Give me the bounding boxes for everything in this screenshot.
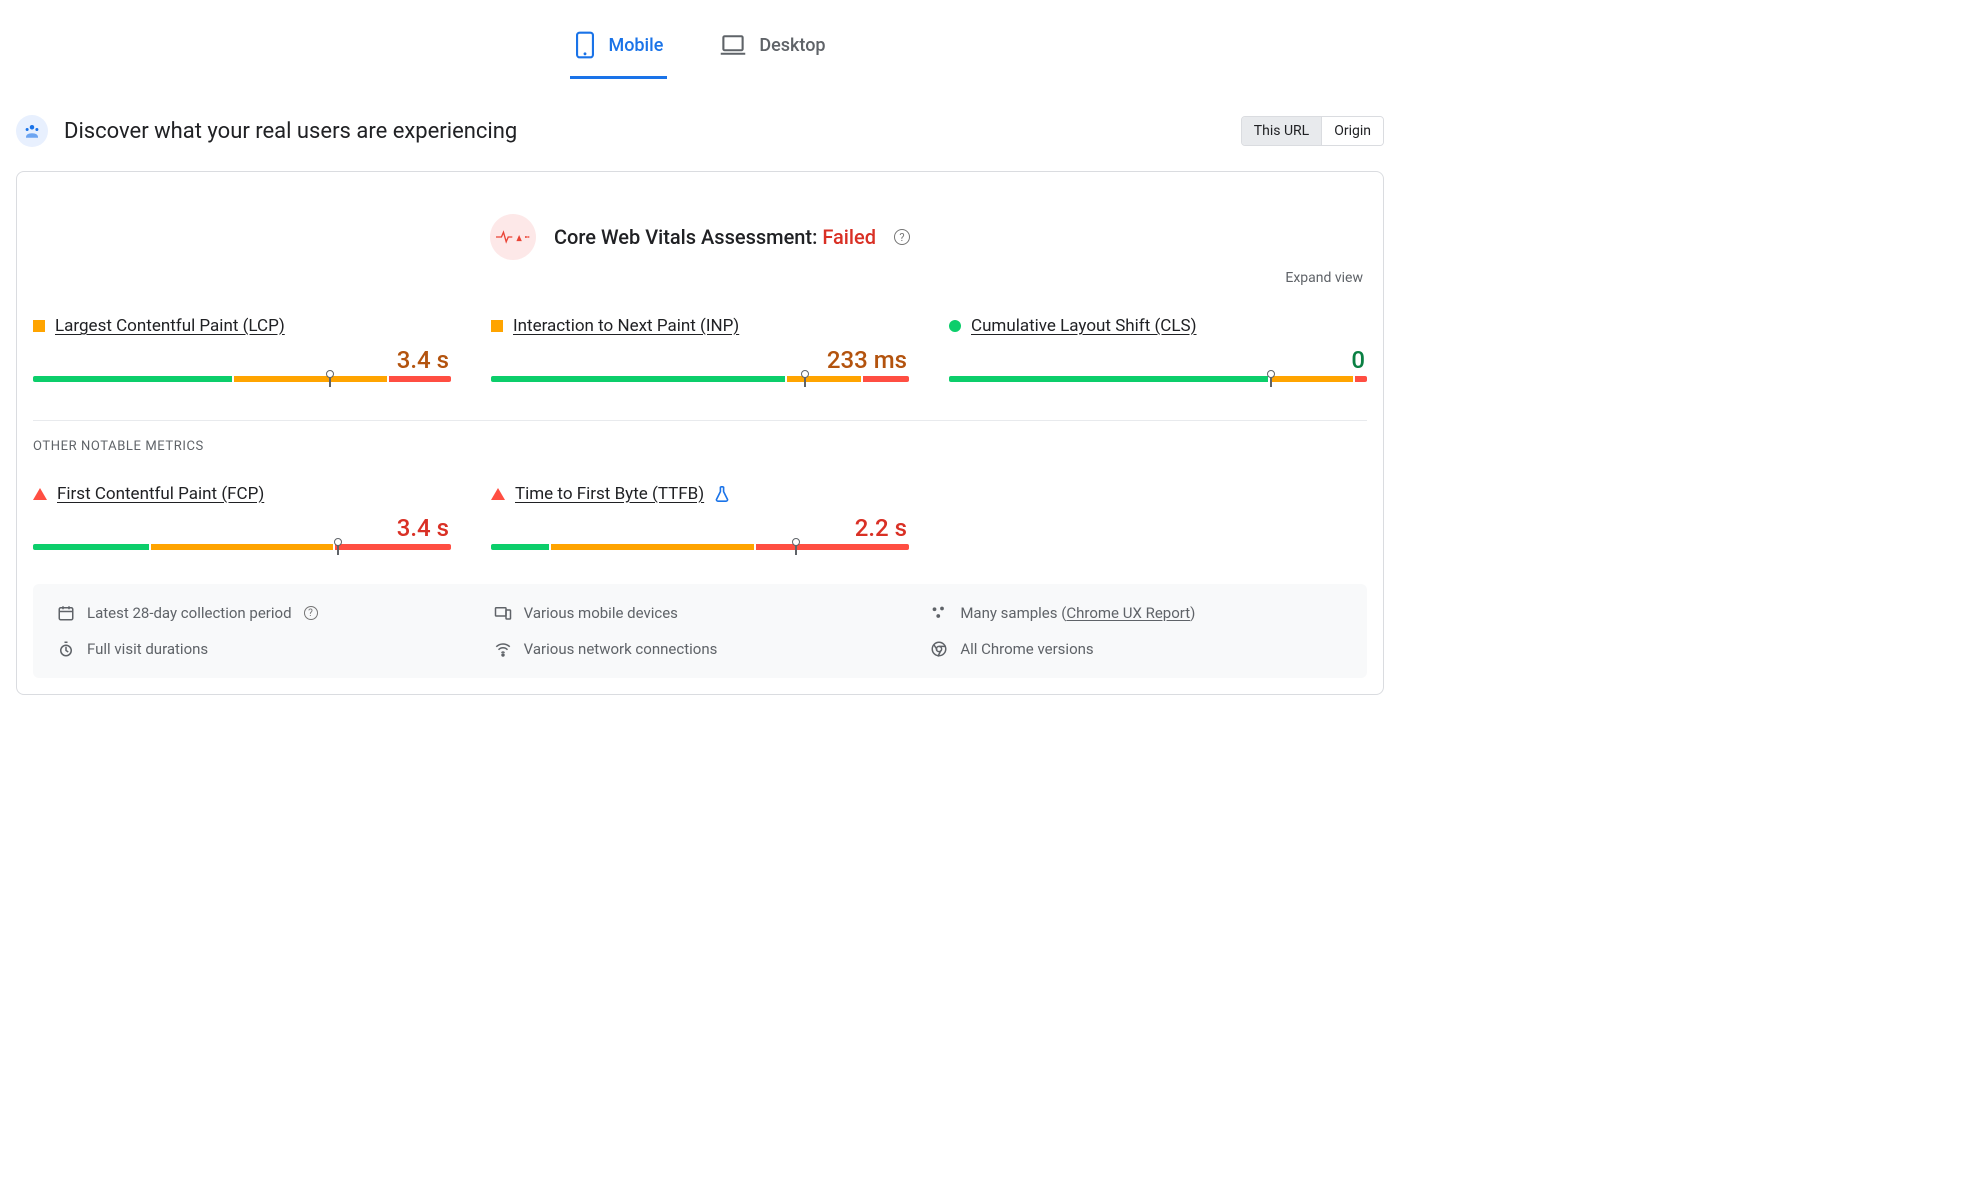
divider [33, 420, 1367, 421]
info-devices: Various mobile devices [494, 604, 907, 622]
metric-ttfb-name[interactable]: Time to First Byte (TTFB) [515, 484, 704, 504]
metric-lcp: Largest Contentful Paint (LCP) 3.4 s [33, 316, 451, 388]
info-durations: Full visit durations [57, 640, 470, 658]
metric-ttfb-value: 2.2 s [491, 504, 909, 544]
pulse-icon [490, 214, 536, 260]
info-durations-text: Full visit durations [87, 640, 208, 658]
metric-ttfb: Time to First Byte (TTFB) 2.2 s [491, 484, 909, 556]
devices-icon [494, 604, 512, 622]
seg-this-url[interactable]: This URL [1242, 117, 1321, 145]
metric-fcp: First Contentful Paint (FCP) 3.4 s [33, 484, 451, 556]
dataset-info: Latest 28-day collection period ? Variou… [33, 584, 1367, 678]
cwv-assessment: Core Web Vitals Assessment: Failed ? [33, 196, 1367, 270]
assessment-text: Core Web Vitals Assessment: Failed [554, 225, 876, 249]
metric-fcp-name[interactable]: First Contentful Paint (FCP) [57, 484, 264, 504]
triangle-icon [33, 488, 47, 500]
square-icon [491, 320, 503, 332]
info-samples-text: Many samples (Chrome UX Report) [960, 604, 1195, 622]
marker-icon [792, 538, 800, 546]
marker-icon [1267, 370, 1275, 378]
scatter-icon [930, 604, 948, 622]
info-network: Various network connections [494, 640, 907, 658]
metric-ttfb-bar [491, 544, 909, 556]
metric-cls-value: 0 [949, 336, 1367, 376]
chrome-icon [930, 640, 948, 658]
metric-lcp-name[interactable]: Largest Contentful Paint (LCP) [55, 316, 285, 336]
scope-segmented: This URL Origin [1241, 116, 1384, 146]
info-network-text: Various network connections [524, 640, 718, 658]
crux-link[interactable]: Chrome UX Report [1066, 604, 1190, 622]
flask-icon [714, 485, 730, 503]
tab-desktop-label: Desktop [759, 35, 825, 56]
device-tabs: Mobile Desktop [16, 0, 1384, 79]
mobile-icon [574, 30, 596, 60]
page-title: Discover what your real users are experi… [64, 119, 517, 144]
metric-inp-name[interactable]: Interaction to Next Paint (INP) [513, 316, 739, 336]
triangle-icon [491, 488, 505, 500]
tab-mobile-label: Mobile [608, 35, 663, 56]
metric-fcp-bar [33, 544, 451, 556]
metric-inp-value: 233 ms [491, 336, 909, 376]
calendar-icon [57, 604, 75, 622]
tab-desktop[interactable]: Desktop [715, 20, 829, 79]
metric-fcp-value: 3.4 s [33, 504, 451, 544]
marker-icon [326, 370, 334, 378]
info-period-text: Latest 28-day collection period [87, 604, 292, 622]
other-metrics-label: OTHER NOTABLE METRICS [33, 439, 1367, 464]
core-metrics: Largest Contentful Paint (LCP) 3.4 s Int… [33, 296, 1367, 392]
stopwatch-icon [57, 640, 75, 658]
info-period: Latest 28-day collection period ? [57, 604, 470, 622]
metric-cls-name[interactable]: Cumulative Layout Shift (CLS) [971, 316, 1197, 336]
help-icon[interactable]: ? [304, 606, 318, 620]
info-devices-text: Various mobile devices [524, 604, 678, 622]
audience-icon [16, 115, 48, 147]
metric-lcp-value: 3.4 s [33, 336, 451, 376]
metric-inp-bar [491, 376, 909, 388]
marker-icon [801, 370, 809, 378]
marker-icon [334, 538, 342, 546]
other-metrics: First Contentful Paint (FCP) 3.4 s Time … [33, 464, 1367, 560]
metric-cls: Cumulative Layout Shift (CLS) 0 [949, 316, 1367, 388]
assessment-label: Core Web Vitals Assessment: [554, 225, 817, 249]
square-icon [33, 320, 45, 332]
info-versions-text: All Chrome versions [960, 640, 1093, 658]
wifi-icon [494, 640, 512, 658]
header-row: Discover what your real users are experi… [16, 115, 1384, 147]
field-data-card: Core Web Vitals Assessment: Failed ? Exp… [16, 171, 1384, 695]
info-samples: Many samples (Chrome UX Report) [930, 604, 1343, 622]
info-versions: All Chrome versions [930, 640, 1343, 658]
desktop-icon [719, 33, 747, 57]
seg-origin[interactable]: Origin [1321, 117, 1383, 145]
tab-mobile[interactable]: Mobile [570, 20, 667, 79]
help-icon[interactable]: ? [894, 229, 910, 245]
header-left: Discover what your real users are experi… [16, 115, 517, 147]
metric-inp: Interaction to Next Paint (INP) 233 ms [491, 316, 909, 388]
metric-cls-bar [949, 376, 1367, 388]
assessment-status: Failed [822, 225, 876, 249]
expand-view-link[interactable]: Expand view [33, 270, 1367, 296]
circle-icon [949, 320, 961, 332]
metric-lcp-bar [33, 376, 451, 388]
